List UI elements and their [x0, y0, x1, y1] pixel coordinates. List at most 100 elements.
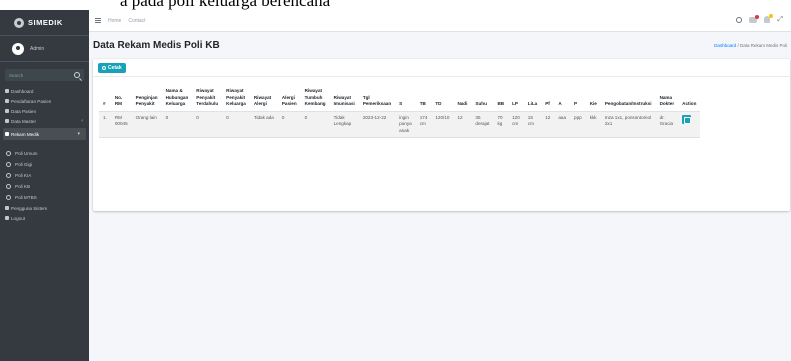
table-cell: 174 cm — [415, 111, 432, 138]
sidebar-subitem-label: Poli Gigi — [15, 162, 33, 167]
table-cell: Inza 1x1, ponsontomol 2x1 — [600, 111, 656, 138]
table-cell-text: 0 — [196, 114, 199, 120]
table-cell: RM 00045 — [110, 111, 132, 138]
user-name[interactable]: Admin — [30, 46, 44, 52]
table-cell-text: 00045 — [114, 121, 128, 126]
column-header-text: Alergi — [281, 94, 295, 100]
sidebar-subitem-poli-kia[interactable]: Poli KIA — [0, 170, 89, 181]
column-header: Riwayat Penyakit Keluarga — [222, 86, 250, 112]
column-header: Nadi — [453, 86, 472, 112]
column-header: Nama & Hubungan Keluarga — [161, 86, 193, 112]
table-cell-text: punya — [399, 121, 412, 126]
main-content: Data Rekam Medis Poli KB Dashboard / Dat… — [89, 32, 791, 361]
document-caption: a pada poli keluarga berencana — [0, 0, 791, 10]
notifications-icon[interactable] — [764, 14, 774, 23]
breadcrumb-home[interactable]: Dashboard — [714, 43, 736, 48]
sidebar-subitem-poli-mtbs[interactable]: Poli MTBS — [0, 192, 89, 203]
messages-icon[interactable] — [749, 14, 760, 23]
column-header-text: Keluarga — [165, 101, 186, 106]
column-header: Kie — [585, 86, 601, 112]
breadcrumb-separator: / — [737, 43, 739, 48]
column-header: Nama Dokter — [655, 86, 679, 112]
edit-record-button[interactable] — [682, 114, 692, 124]
column-header-text: Nama & — [165, 88, 183, 93]
sidebar-item-dashboard[interactable]: Dashboard — [0, 86, 89, 96]
column-header-text: LiLa — [527, 101, 538, 106]
search-input[interactable]: Search — [9, 73, 23, 78]
table-cell: 70 kg — [493, 111, 509, 138]
sidebar-item-label: Dashboard — [11, 88, 34, 94]
breadcrumb: Dashboard / Data Rekam Medis Poli — [714, 43, 787, 48]
search-icon[interactable] — [736, 16, 743, 23]
nav-link-home[interactable]: Home — [108, 18, 121, 24]
circle-icon — [6, 195, 11, 200]
sidebar-item-label: Data Master — [11, 118, 37, 124]
column-header: TB — [415, 86, 432, 112]
column-header: Riwayat Imunisasi — [329, 86, 359, 112]
medical-records-table: # No. RM Penginjan Penyakit Nama & Hubungan Kel… — [99, 86, 701, 138]
sidebar-item-logout[interactable]: Logout — [0, 213, 89, 223]
column-header-text: Nadi — [457, 101, 468, 106]
sidebar-item-label: Data Pasien — [11, 108, 37, 114]
sidebar-subitem-poli-kb[interactable]: Poli KB — [0, 181, 89, 192]
table-cell-text: Gracia — [659, 121, 674, 126]
column-header-text: Alergi — [253, 101, 267, 106]
page-title: Data Rekam Medis Poli KB — [93, 40, 220, 51]
top-navbar: Home Contact ⤢ — [89, 10, 791, 32]
table-cell: 120 cm — [508, 111, 524, 138]
column-header: BB — [493, 86, 509, 112]
fullscreen-icon[interactable]: ⤢ — [777, 16, 783, 23]
file-medical-icon — [5, 132, 9, 136]
nav-link-contact[interactable]: Contact — [128, 18, 145, 24]
column-header: Alergi Pasien — [277, 86, 301, 112]
column-header-text: Nama — [659, 94, 673, 100]
sidebar-item-pengguna-sistem[interactable]: Pengguna Sistem — [0, 203, 89, 213]
sidebar-search[interactable]: Search — [5, 69, 84, 81]
table-cell: dr. Gracia — [655, 111, 679, 138]
column-header-text: LP — [512, 101, 518, 106]
sidebar-subitem-poli-umum[interactable]: Poli Umum — [0, 148, 89, 159]
user-panel[interactable]: Admin — [0, 36, 89, 62]
table-cell: 15 cm — [523, 111, 542, 138]
chevron-left-icon: ‹ — [81, 118, 83, 124]
caption-text: a pada poli keluarga berencana — [120, 0, 331, 10]
table-cell-text: Tidak — [333, 114, 345, 120]
column-header-text: Keluarga — [226, 101, 246, 106]
table-body: 1. RM 00045 Orang lain 0 0 0 Tidak ada 0 0 Tidak Le… — [99, 111, 701, 138]
table-header-row: # No. RM Penginjan Penyakit Nama & Hubungan Kel… — [99, 86, 701, 112]
table-cell-text: 174 — [419, 114, 428, 120]
table-cell-text: kkk — [589, 114, 597, 120]
sidebar-subitem-poli-gigi[interactable]: Poli Gigi — [0, 159, 89, 170]
circle-icon — [6, 162, 11, 167]
column-header-text: Pasien — [281, 101, 297, 106]
column-header-text: Pf — [545, 101, 550, 106]
table-cell-text: 120 — [512, 114, 520, 120]
sidebar: SIMEDIK Admin Search Dashboard Pendaftar… — [0, 10, 89, 361]
column-header-text: TD — [435, 101, 442, 106]
sidebar-item-pendaftaran[interactable]: Pendaftaran Pasien — [0, 96, 89, 106]
sidebar-item-rekam-medik[interactable]: Rekam Medik ▾ — [3, 128, 86, 140]
print-button[interactable]: Cetak — [98, 63, 126, 73]
hamburger-menu-icon[interactable] — [95, 18, 101, 23]
card-header: Cetak — [93, 59, 790, 77]
column-header-text: Kie — [589, 101, 597, 106]
column-header-text: Imunisasi — [333, 101, 355, 106]
table-cell: 0 — [300, 111, 330, 138]
brand[interactable]: SIMEDIK — [0, 10, 89, 36]
search-icon[interactable] — [74, 72, 80, 78]
dashboard-icon — [5, 89, 9, 93]
table-cell: 0 — [277, 111, 301, 138]
column-header: Tgl Pemeriksaan — [358, 86, 396, 112]
table-cell-text: derajat — [475, 121, 490, 126]
column-header-text: No. — [114, 94, 123, 100]
table-cell-text: RM — [114, 114, 122, 120]
table-cell-text: Inza 1x1, ponsontomol — [604, 114, 652, 120]
sidebar-item-data-pasien[interactable]: Data Pasien — [0, 106, 89, 116]
table-cell: 0 — [222, 111, 250, 138]
column-header-text: Riwayat — [253, 94, 272, 100]
column-header-text: S — [399, 101, 403, 106]
column-header-text: Riwayat — [304, 88, 323, 93]
table-cell: aaa — [554, 111, 571, 138]
sidebar-item-data-master[interactable]: Data Master ‹ — [0, 116, 89, 126]
brand-logo-icon — [14, 17, 24, 28]
